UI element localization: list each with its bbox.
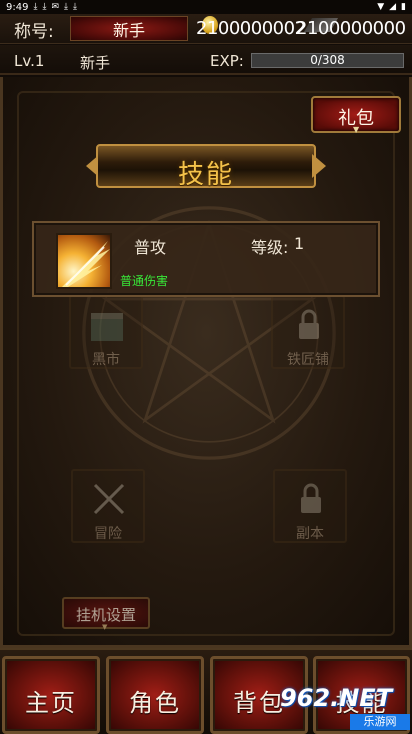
signal-icon: ◢ — [389, 2, 397, 12]
gem-amount: 2100000000 — [296, 18, 406, 39]
download-icon: ⤓ — [72, 2, 77, 12]
exp-progress-bar: 0/308 — [251, 53, 404, 68]
idle-settings-label: 挂机设置 — [75, 606, 136, 624]
idle-settings-button[interactable]: 挂机设置 ▼ — [62, 597, 150, 631]
chevron-down-icon: ▼ — [353, 125, 360, 134]
download-icon: ⤓ — [33, 2, 38, 12]
level-bar: Lv.1 新手 EXP: 0/308 — [0, 45, 412, 75]
rank-title-text: 新手 — [112, 20, 145, 40]
tile-label: 副本 — [296, 526, 324, 542]
player-name: 新手 — [80, 54, 111, 72]
header-bar: 称号: 新手 2100000002 2100000000 — [0, 14, 412, 44]
title-label: 称号: — [14, 22, 54, 42]
slash-attack-icon — [56, 233, 112, 289]
adventure-tile[interactable]: 冒险 — [71, 469, 145, 543]
chevron-down-icon: ▼ — [102, 623, 108, 631]
watermark-subtitle: 乐游网 — [350, 714, 410, 730]
tile-label: 冒险 — [94, 526, 122, 542]
lock-icon — [301, 483, 321, 513]
gift-pack-button[interactable]: 礼包 ▼ — [311, 96, 401, 134]
tile-label: 铁匠铺 — [287, 352, 329, 368]
player-level: Lv.1 — [14, 52, 45, 70]
market-stall-icon — [91, 313, 123, 341]
watermark-logo: 962.NET — [280, 684, 393, 712]
site-watermark: 962.NET 乐游网 — [274, 684, 412, 734]
skill-level-label: 等级: — [251, 238, 289, 257]
status-bar: 9:49 ⤓ ⤓ ✉ ⤓ ⤓ ▼ ◢ ▮ — [0, 0, 412, 14]
nav-home-button[interactable]: 主页 — [2, 656, 100, 734]
rank-title-badge[interactable]: 新手 — [70, 16, 188, 41]
nav-label: 角色 — [129, 689, 181, 717]
gold-amount: 2100000002 — [196, 18, 306, 39]
lock-icon — [299, 309, 319, 339]
dungeon-tile[interactable]: 副本 — [273, 469, 347, 543]
wifi-icon: ▼ — [377, 2, 385, 12]
download-icon: ⤓ — [42, 2, 47, 12]
skill-title-banner: 技能 — [86, 140, 326, 192]
exp-label: EXP: — [210, 52, 244, 70]
download-icon: ⤓ — [63, 2, 68, 12]
mail-icon: ✉ — [51, 2, 59, 12]
blacksmith-tile[interactable]: 铁匠铺 — [271, 295, 345, 369]
skill-description: 普通伤害 — [120, 274, 169, 288]
skill-name: 普攻 — [134, 238, 167, 257]
exp-text: 0/308 — [310, 53, 345, 67]
crossed-swords-icon — [93, 483, 125, 515]
status-time: 9:49 — [6, 1, 29, 13]
tile-label: 黑市 — [92, 352, 120, 368]
skill-item[interactable]: 普攻 等级: 1 普通伤害 — [32, 221, 380, 297]
battery-icon: ▮ — [401, 2, 406, 12]
nav-label: 主页 — [25, 689, 77, 717]
panel-title: 技能 — [177, 160, 234, 190]
banner-right-tip — [312, 154, 326, 178]
skill-level-value: 1 — [294, 234, 305, 253]
nav-character-button[interactable]: 角色 — [106, 656, 204, 734]
banner-body: 技能 — [96, 144, 316, 190]
black-market-tile[interactable]: 黑市 — [69, 295, 143, 369]
